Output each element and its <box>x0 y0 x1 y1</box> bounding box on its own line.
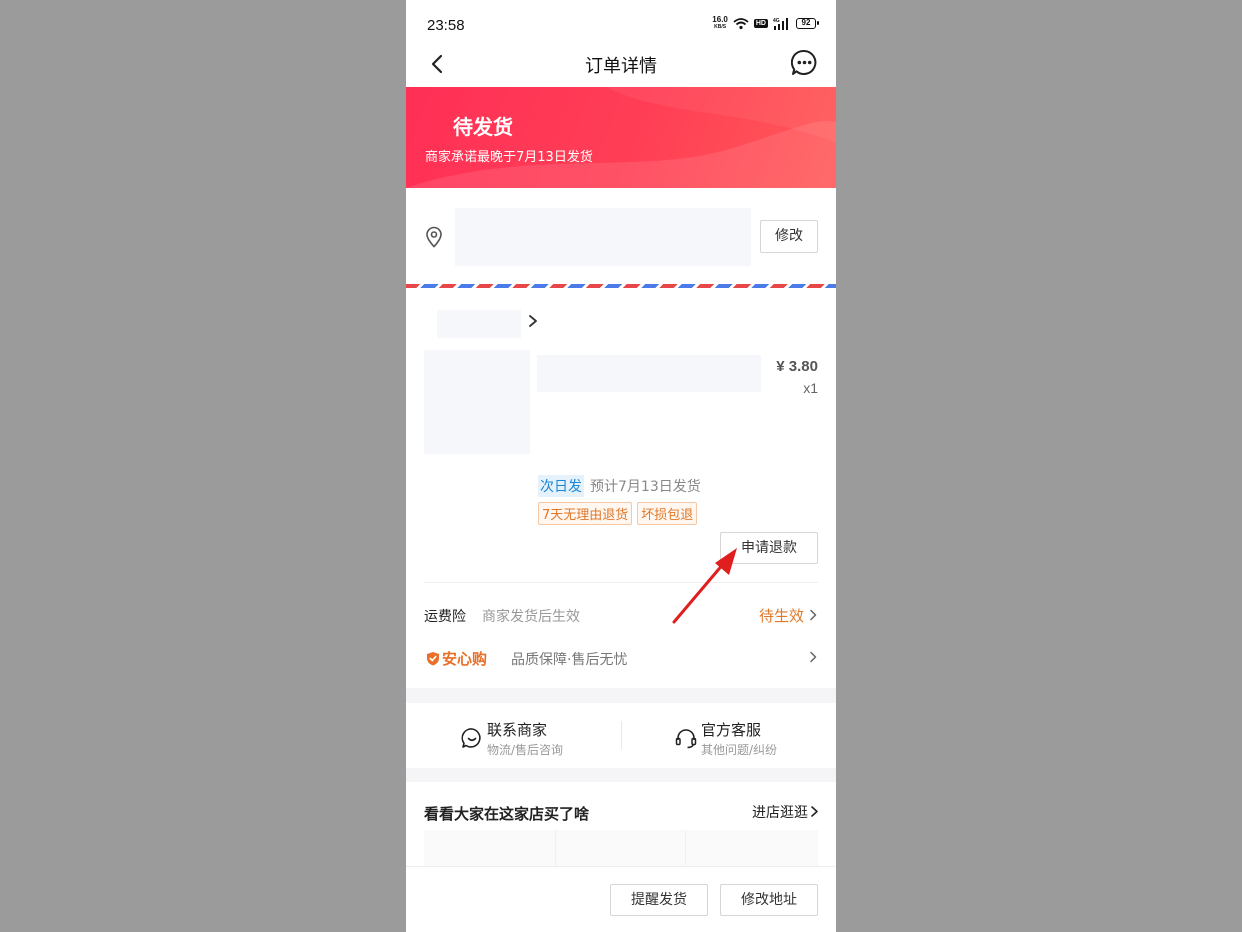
service-tag: 坏损包退 <box>637 502 698 525</box>
bottom-action-bar: 提醒发货 修改地址 <box>406 866 836 932</box>
airmail-divider <box>406 284 836 288</box>
shipping-insurance-row[interactable]: 运费险 商家发货后生效 待生效 <box>424 604 818 628</box>
section-gap <box>406 688 836 703</box>
chevron-right-icon[interactable] <box>526 313 540 329</box>
hd-icon: HD <box>753 18 768 28</box>
order-state: 待发货 <box>453 115 513 139</box>
headset-icon <box>675 729 697 749</box>
nav-bar: 订单详情 <box>406 44 836 87</box>
recommend-title: 看看大家在这家店买了啥 <box>424 805 590 823</box>
signal-icon: 4G <box>773 17 788 30</box>
shop-recommendation: 看看大家在这家店买了啥 进店逛逛 <box>406 782 836 867</box>
phone-screen: 23:58 16.0 KB/S HD 4G 92 订单详情 待发货 商家承诺最晚… <box>406 0 836 932</box>
recommend-item[interactable] <box>686 830 818 867</box>
insurance-status: 待生效 <box>758 607 804 625</box>
location-pin-icon <box>426 226 442 248</box>
service-tag: 7天无理由退货 <box>538 502 633 525</box>
divider <box>621 721 622 749</box>
product-title-redacted[interactable] <box>537 355 761 392</box>
recommend-item[interactable] <box>556 830 686 867</box>
anxingou-logo: 安心购 <box>426 648 487 669</box>
wifi-icon <box>733 17 749 29</box>
shipping-info: 次日发 预计7月13日发货 <box>538 475 701 497</box>
product-price: ¥ 3.80 <box>776 358 818 375</box>
insurance-label: 运费险 <box>424 609 466 625</box>
remind-shipping-button[interactable]: 提醒发货 <box>610 884 708 916</box>
anxingou-row[interactable]: 安心购 品质保障·售后无忧 <box>424 646 818 670</box>
address-section: 修改 <box>406 188 836 284</box>
visit-shop-link[interactable]: 进店逛逛 <box>752 802 808 822</box>
page-title: 订单详情 <box>585 56 657 77</box>
address-text-redacted <box>455 208 751 266</box>
change-address-button[interactable]: 修改地址 <box>720 884 818 916</box>
recommend-item[interactable] <box>424 830 556 867</box>
svg-text:4G: 4G <box>773 18 780 24</box>
chevron-right-icon[interactable] <box>810 805 819 818</box>
status-icons: 16.0 KB/S HD 4G 92 <box>712 15 819 31</box>
chevron-right-icon <box>810 609 817 621</box>
edit-address-button[interactable]: 修改 <box>760 220 818 253</box>
chat-bubble-icon <box>461 728 481 748</box>
service-tags: 7天无理由退货 坏损包退 <box>538 502 698 525</box>
shop-name-redacted[interactable] <box>437 310 521 338</box>
status-time: 23:58 <box>427 17 465 34</box>
refund-button[interactable]: 申请退款 <box>720 532 818 564</box>
insurance-desc: 商家发货后生效 <box>482 609 580 625</box>
chevron-right-icon <box>810 651 817 663</box>
divider <box>424 582 818 583</box>
product-quantity: x1 <box>803 380 818 396</box>
section-gap <box>406 768 836 782</box>
chat-more-icon[interactable] <box>791 49 818 76</box>
next-day-tag: 次日发 <box>538 475 584 497</box>
shipping-promise: 商家承诺最晚于7月13日发货 <box>425 150 593 165</box>
net-speed: 16.0 KB/S <box>712 15 728 31</box>
order-status-banner: 待发货 商家承诺最晚于7月13日发货 <box>406 87 836 188</box>
contact-section: 联系商家 物流/售后咨询 官方客服 其他问题/纠纷 <box>406 703 836 768</box>
battery-icon: 92 <box>796 17 819 29</box>
shipping-estimate: 预计7月13日发货 <box>590 479 701 495</box>
shield-icon <box>427 652 439 666</box>
product-image[interactable] <box>424 350 530 454</box>
anxingou-desc: 品质保障·售后无忧 <box>511 652 628 668</box>
status-bar: 23:58 16.0 KB/S HD 4G 92 <box>406 0 836 44</box>
